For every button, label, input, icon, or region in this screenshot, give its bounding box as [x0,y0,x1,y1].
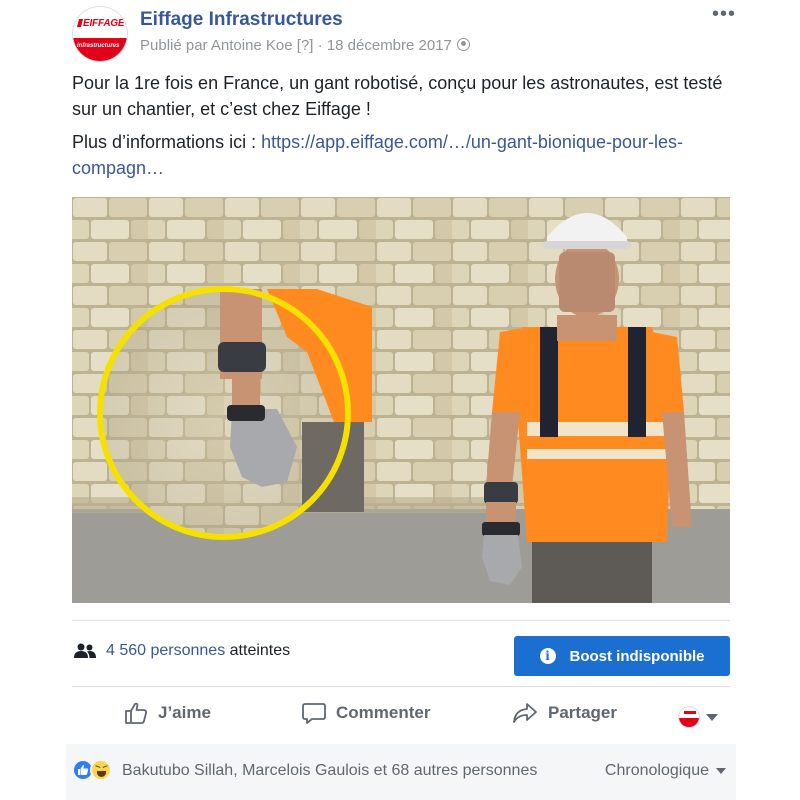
avatar-logo-band [73,38,127,61]
acting-avatar-mark [684,711,696,714]
sort-label: Chronologique [604,762,709,779]
comment-button[interactable]: Commenter [302,702,430,724]
post-header: EIFFAGE infrastructures Eiffage Infrastr… [72,4,742,62]
thumbs-up-icon [125,702,147,724]
chevron-down-icon [716,768,726,774]
message-line: Pour la 1re fois en France, un gant robo… [72,73,723,119]
chevron-down-icon[interactable] [706,714,718,721]
comment-label: Commenter [336,703,431,722]
haha-reaction-icon [90,759,112,781]
more-dots-icon[interactable]: ••• [712,4,736,24]
published-by[interactable]: Publié par Antoine Koe [?] [140,37,313,54]
zoom-circle [97,286,372,540]
actions-divider-top [72,686,730,687]
like-button[interactable]: J’aime [124,702,211,724]
reach-suffix: atteintes [225,642,291,659]
reach-text: 4 560 personnes atteintes [106,642,290,660]
post-meta: Publié par Antoine Koe [?] · 18 décembre… [140,37,470,54]
boost-label: Boost indisponible [569,647,705,665]
photo-illustration [72,197,730,603]
avatar-logo-subtext: infrastructures [77,43,120,49]
globe-icon[interactable] [456,38,470,51]
post-date[interactable]: 18 décembre 2017 [327,37,452,54]
post-photo[interactable] [72,197,730,603]
share-arrow-icon [513,703,537,723]
meta-separator: · [313,37,327,54]
link-line: Plus d’informations ici : https://app.ei… [72,129,742,181]
boost-button[interactable]: i Boost indisponible [514,636,730,676]
comment-sort-dropdown[interactable]: Chronologique [605,762,726,780]
avatar-logo-text: EIFFAGE [83,18,125,29]
acting-avatar-band [679,718,699,727]
acting-page-avatar[interactable] [678,706,700,728]
link-prefix: Plus d’informations ici : [72,132,262,152]
reaction-names[interactable]: Bakutubo Sillah, Marcelois Gaulois et 68… [122,762,537,780]
page-name-link[interactable]: Eiffage Infrastructures [140,9,343,31]
share-button[interactable]: Partager [512,702,617,724]
page-avatar[interactable]: EIFFAGE infrastructures [72,6,128,62]
like-label: J’aime [158,703,211,722]
reach-count-link[interactable]: 4 560 personnes [106,642,225,659]
post-message: Pour la 1re fois en France, un gant robo… [72,70,742,188]
info-icon: i [539,648,556,664]
reactions-bar: Bakutubo Sillah, Marcelois Gaulois et 68… [66,744,736,800]
share-label: Partager [548,703,617,722]
stats-divider-top [72,620,730,621]
post-actions: J’aime Commenter Partager [72,692,730,738]
comment-icon [302,703,326,724]
people-icon [74,643,96,658]
post-card: EIFFAGE infrastructures Eiffage Infrastr… [0,0,800,800]
reaction-icons[interactable] [72,759,118,783]
post-stats: 4 560 personnes atteintes i Boost indisp… [72,636,730,676]
